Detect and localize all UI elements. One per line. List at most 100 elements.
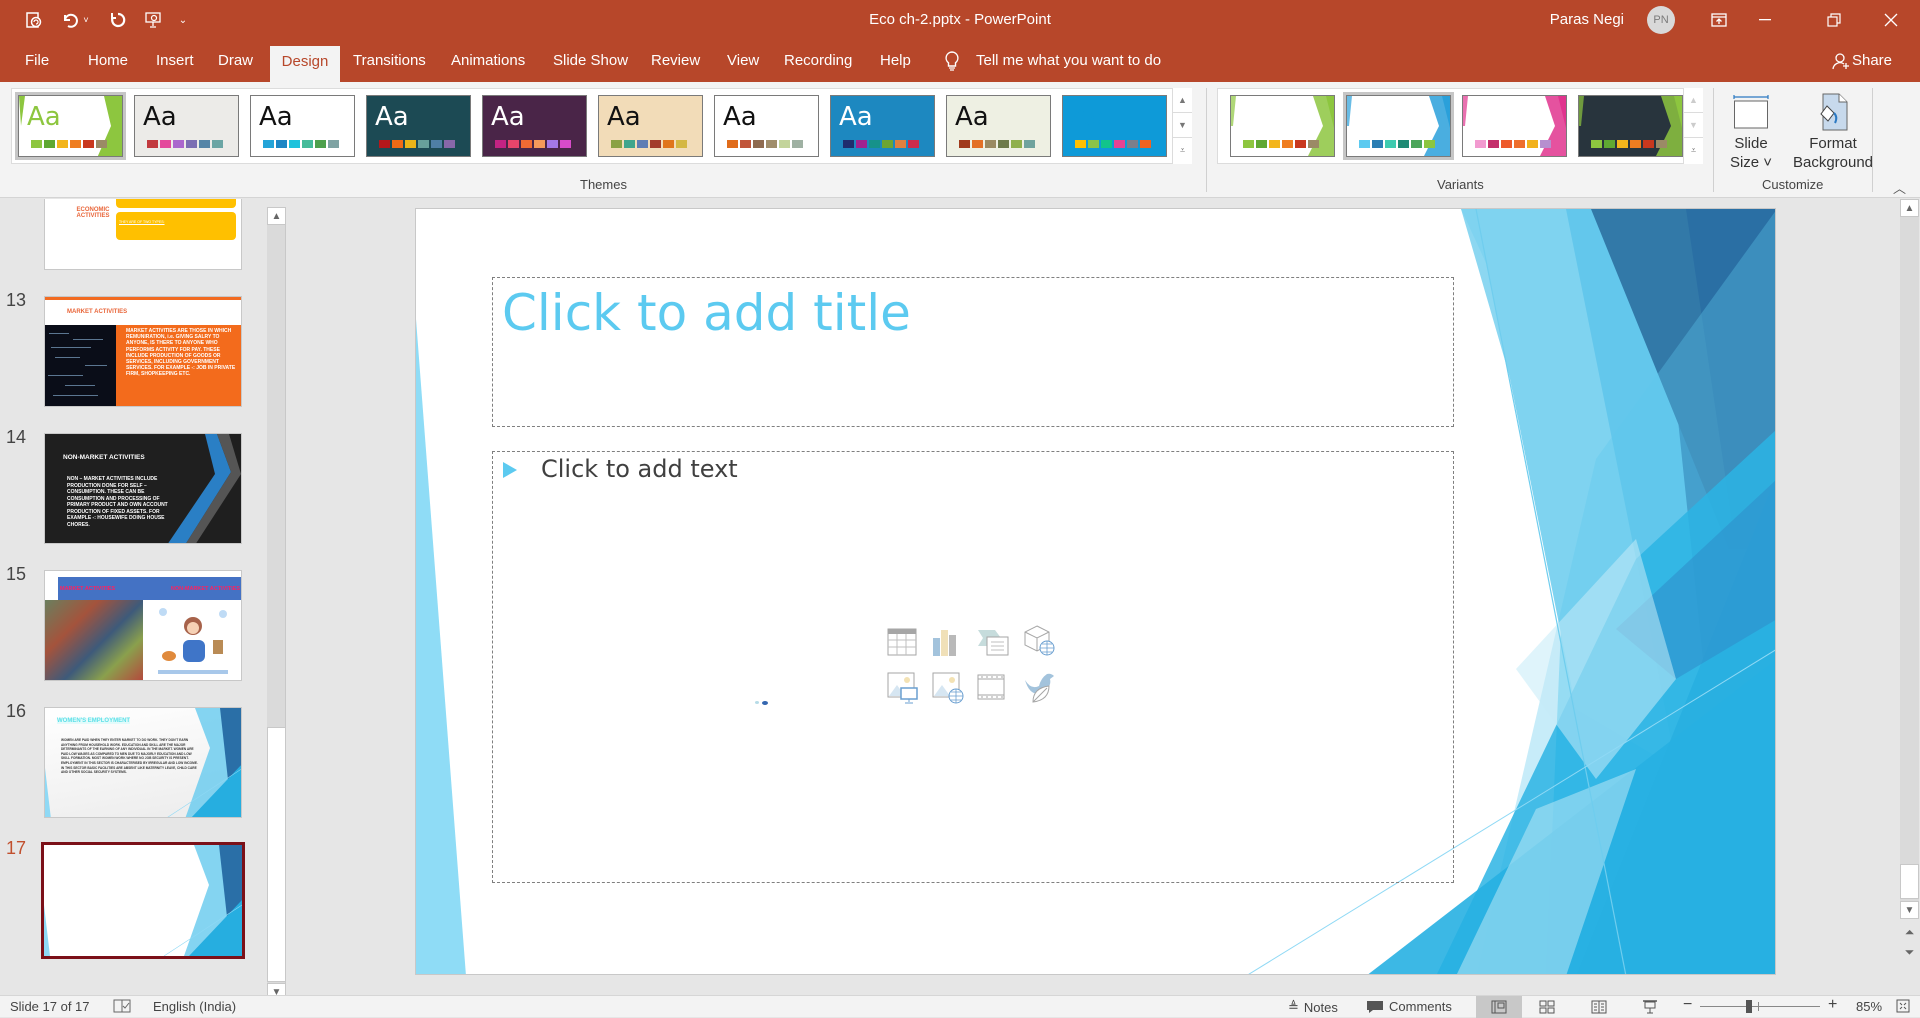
theme-thumbnail[interactable]: Aa [598,95,703,157]
previous-slide-icon[interactable]: ⏶ [1900,925,1919,940]
insert-table-icon[interactable] [887,628,919,660]
notes-button[interactable]: ≜ Notes [1288,999,1338,1015]
format-background-button[interactable]: Format Background [1790,90,1876,172]
color-swatch [1424,140,1435,148]
tab-view[interactable]: View [719,40,767,82]
insert-chart-icon[interactable] [932,628,964,660]
gallery-up-icon[interactable]: ▲ [1173,88,1192,113]
tell-me-search[interactable]: Tell me what you want to do [976,40,1161,82]
undo-dropdown-icon[interactable]: ˅ [80,8,92,32]
normal-view-button[interactable] [1476,996,1522,1018]
slide-size-button[interactable]: Slide Size ˅ [1727,90,1775,172]
variant-thumbnail[interactable] [1343,92,1454,160]
color-swatch [1514,140,1525,148]
color-swatch [263,140,274,148]
gallery-more-icon[interactable]: ⩡ [1173,138,1192,163]
slide-thumbnail-14[interactable]: NON-MARKET ACTIVITIES NON – MARKET ACTIV… [44,433,242,544]
stray-mark [762,701,768,705]
group-separator [1206,88,1207,192]
share-button[interactable]: Share [1852,40,1892,82]
collapse-ribbon-icon[interactable]: ︿ [1893,178,1906,197]
share-icon[interactable] [1832,52,1850,75]
tab-review[interactable]: Review [643,40,708,82]
scroll-down-icon[interactable]: ▼ [1900,901,1919,919]
comments-button[interactable]: Comments [1366,999,1452,1014]
scroll-thumb[interactable] [1900,864,1919,899]
insert-video-icon[interactable] [977,674,1009,706]
start-from-beginning-icon[interactable] [141,8,165,32]
slide-scrollbar[interactable]: ▲ ▼ [1900,199,1919,919]
scroll-thumb[interactable] [267,727,286,982]
slide-thumbnail-17-selected[interactable] [41,842,245,959]
gallery-down-icon[interactable]: ▼ [1173,113,1192,138]
tab-recording[interactable]: Recording [776,40,860,82]
tab-slide-show[interactable]: Slide Show [545,40,636,82]
autosave-icon[interactable] [22,8,46,32]
variant-thumbnail[interactable] [1462,95,1567,157]
minimize-icon[interactable] [1742,0,1788,40]
theme-thumbnail[interactable]: Aa [15,92,126,160]
variants-down-icon[interactable]: ▼ [1684,113,1703,138]
tab-animations[interactable]: Animations [443,40,533,82]
content-placeholder[interactable]: Click to add text [492,451,1454,883]
zoom-slider-track[interactable] [1700,1006,1820,1007]
customize-qat-icon[interactable]: ⌄ [176,8,190,32]
theme-thumbnail[interactable]: Aa [830,95,935,157]
restore-icon[interactable] [1811,0,1857,40]
theme-thumbnail[interactable]: Aa [1062,95,1167,157]
language-indicator[interactable]: English (India) [153,999,236,1014]
fit-to-window-icon[interactable] [1896,999,1910,1013]
comments-icon [1367,1000,1383,1013]
tab-design[interactable]: Design [270,46,340,82]
ribbon-display-options-icon[interactable] [1696,0,1742,40]
avatar[interactable]: PN [1647,6,1675,34]
insert-icons-icon[interactable] [1023,670,1055,703]
slide-thumbnail-16[interactable]: WOMEN'S EMPLOYMENT WOMEN ARE PAID WHEN T… [44,707,242,818]
slide-thumbnail-13[interactable]: MARKET ACTIVITIES MARKET ACTIVITIES ARE … [44,296,242,407]
variants-more-icon[interactable]: ⩡ [1684,138,1703,163]
insert-smartart-icon[interactable] [977,628,1009,660]
theme-thumbnail[interactable]: Aa [366,95,471,157]
slide-number: 14 [6,427,27,447]
scroll-up-icon[interactable]: ▲ [267,207,286,225]
variant-thumbnail[interactable] [1578,95,1683,157]
variant-thumbnail[interactable] [1230,95,1335,157]
tab-insert[interactable]: Insert [148,40,202,82]
variants-up-icon[interactable]: ▲ [1684,88,1703,113]
thumbnails-scrollbar[interactable]: ▲ ▼ [267,207,286,995]
color-swatch [1359,140,1370,148]
zoom-slider-thumb[interactable] [1746,1000,1752,1013]
slide-thumbnail-12[interactable]: ECONOMIC ACTIVITIES SERVICES. THESE ACTI… [44,199,242,270]
zoom-level[interactable]: 85% [1856,999,1882,1014]
user-name[interactable]: Paras Negi [1550,11,1624,28]
zoom-in-button[interactable]: + [1828,996,1837,1014]
zoom-out-button[interactable]: − [1683,996,1692,1014]
reading-view-button[interactable] [1576,996,1622,1018]
accessibility-check-icon[interactable] [113,999,131,1013]
slide-sorter-button[interactable] [1524,996,1570,1018]
insert-online-picture-icon[interactable] [932,672,964,704]
scroll-down-icon[interactable]: ▼ [267,983,286,995]
close-icon[interactable] [1868,0,1914,40]
insert-3d-model-icon[interactable] [1023,624,1055,656]
tab-transitions[interactable]: Transitions [345,40,434,82]
color-swatch [1398,140,1409,148]
theme-thumbnail[interactable]: Aa [134,95,239,157]
undo-icon[interactable] [58,8,82,32]
tab-help[interactable]: Help [872,40,919,82]
title-placeholder[interactable]: Click to add title [492,277,1454,427]
tab-file[interactable]: File [17,40,57,82]
tab-draw[interactable]: Draw [210,40,261,82]
redo-icon[interactable] [106,8,130,32]
color-swatch [1256,140,1267,148]
theme-thumbnail[interactable]: Aa [250,95,355,157]
next-slide-icon[interactable]: ⏷ [1900,945,1919,960]
scroll-up-icon[interactable]: ▲ [1900,199,1919,217]
theme-thumbnail[interactable]: Aa [482,95,587,157]
theme-thumbnail[interactable]: Aa [714,95,819,157]
slide-show-button[interactable] [1627,996,1673,1018]
tab-home[interactable]: Home [80,40,136,82]
insert-picture-icon[interactable] [887,672,919,704]
slide-thumbnail-15[interactable]: MARKET ACTIVITIES NON-MARKET ACTIVITIES [44,570,242,681]
theme-thumbnail[interactable]: Aa [946,95,1051,157]
